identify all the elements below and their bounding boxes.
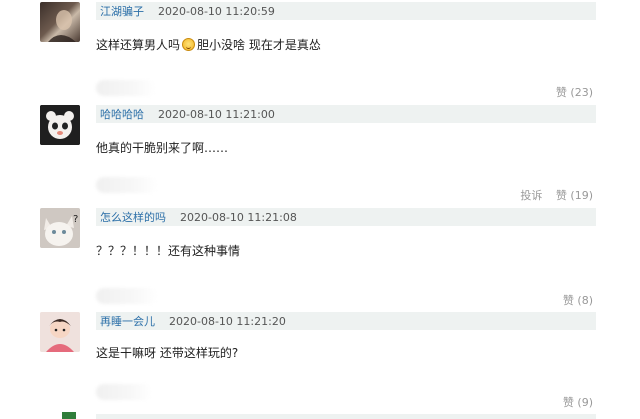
comment-text: 这是干嘛呀 还带这样玩的? (96, 344, 238, 361)
comment-item: 哈哈哈哈 2020-08-10 11:21:00 他真的干脆别来了啊…… 投诉 … (0, 105, 640, 205)
comment-actions: 赞 (8) (553, 292, 593, 308)
comment-header: 哈哈哈哈 2020-08-10 11:21:00 (96, 105, 596, 123)
comment-time: 2020-08-10 11:21:20 (169, 314, 286, 328)
comment-text-part: 胆小没啥 现在才是真怂 (197, 38, 321, 52)
comment-text: ？？？！！！还有这种事情 (96, 242, 240, 259)
username-link[interactable]: 怎么这样的吗 (96, 209, 166, 225)
comment-actions: 投诉 赞 (19) (510, 187, 593, 203)
avatar[interactable] (40, 312, 80, 352)
username-link[interactable]: 哈哈哈哈 (96, 106, 144, 122)
child-avatar-icon (40, 312, 80, 352)
like-button[interactable]: 赞 (19) (556, 189, 593, 202)
blurred-reply (96, 177, 158, 193)
like-button[interactable]: 赞 (9) (563, 396, 593, 409)
cat-avatar-icon: ? (40, 208, 80, 248)
comment-time: 2020-08-10 11:21:00 (158, 107, 275, 121)
like-button[interactable]: 赞 (23) (556, 86, 593, 99)
username-link[interactable]: 江湖骗子 (96, 3, 144, 19)
comment-text-part: 他真的干脆别来了啊…… (96, 141, 229, 155)
avatar-photo-icon (48, 10, 76, 42)
avatar[interactable] (40, 2, 80, 42)
comment-header: 江湖骗子 2020-08-10 11:20:59 (96, 2, 596, 20)
comment-text-part: ？？？！！！还有这种事情 (96, 244, 241, 258)
comment-text-part: 这是干嘛呀 还带这样玩的? (96, 346, 239, 360)
panda-avatar-icon (40, 105, 80, 145)
comment-text: 这样还算男人吗 胆小没啥 现在才是真怂 (96, 36, 321, 53)
svg-text:?: ? (73, 214, 78, 225)
avatar[interactable]: ? (40, 208, 80, 248)
partial-avatar (62, 412, 76, 419)
comment-time: 2020-08-10 11:20:59 (158, 4, 275, 18)
comment-item: ? 怎么这样的吗 2020-08-10 11:21:08 ？？？！！！还有这种事… (0, 208, 640, 308)
username-link[interactable]: 再睡一会儿 (96, 313, 155, 329)
blurred-reply (96, 80, 156, 96)
comment-item: 再睡一会儿 2020-08-10 11:21:20 这是干嘛呀 还带这样玩的? … (0, 312, 640, 419)
blurred-reply (96, 288, 158, 304)
comment-text: 他真的干脆别来了啊…… (96, 139, 228, 156)
comment-time: 2020-08-10 11:21:08 (180, 210, 297, 224)
report-button[interactable]: 投诉 (520, 189, 542, 202)
partial-name-bar (96, 414, 596, 419)
comment-actions: 赞 (9) (553, 394, 593, 410)
like-button[interactable]: 赞 (8) (563, 294, 593, 307)
blurred-reply (96, 384, 152, 400)
laughing-emoji-icon (182, 38, 196, 51)
avatar[interactable] (40, 105, 80, 145)
comment-text-part: 这样还算男人吗 (96, 38, 181, 52)
comment-header: 怎么这样的吗 2020-08-10 11:21:08 (96, 208, 596, 226)
comment-header: 再睡一会儿 2020-08-10 11:21:20 (96, 312, 596, 330)
comment-item: 江湖骗子 2020-08-10 11:20:59 这样还算男人吗 胆小没啥 现在… (0, 0, 640, 105)
comment-actions: 赞 (23) (546, 84, 593, 100)
